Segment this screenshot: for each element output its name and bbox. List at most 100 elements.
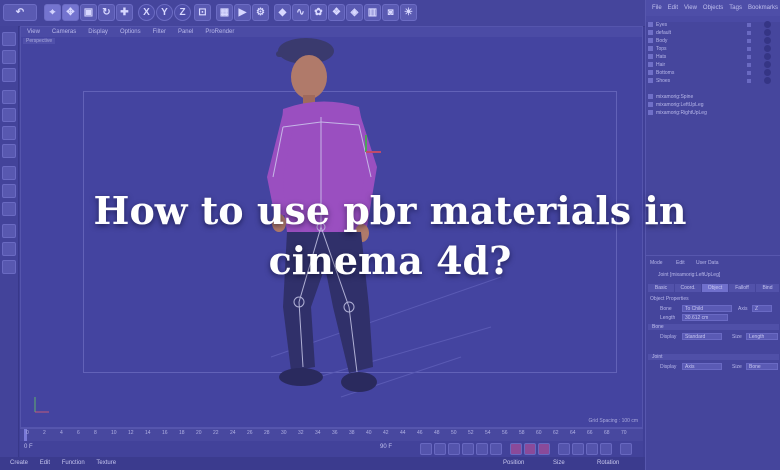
object-row[interactable]: default: [648, 29, 779, 37]
main-toolbar: ↶ ⌖ ✥ ▣ ↻ ✚ X Y Z ⊡ ▦ ▶ ⚙ ◆ ∿ ✿ ❖ ◈ ▥ ◙ …: [0, 0, 645, 27]
timeline-tick: 28: [264, 430, 270, 436]
joint-icon: [648, 102, 653, 108]
cube-icon[interactable]: ◆: [274, 4, 291, 21]
material-tag-icon[interactable]: [764, 53, 771, 60]
frame-start-field[interactable]: 0 F: [24, 444, 33, 450]
object-row[interactable]: Eyes: [648, 21, 779, 29]
play-icon[interactable]: [462, 443, 474, 455]
rotate-icon[interactable]: ↻: [98, 4, 115, 21]
bone-dropdown[interactable]: To Child: [682, 305, 732, 312]
material-tag-icon[interactable]: [764, 69, 771, 76]
timeline-menu-icon[interactable]: [620, 443, 632, 455]
next-frame-icon[interactable]: [476, 443, 488, 455]
timeline-tick: 14: [145, 430, 151, 436]
material-tag-icon[interactable]: [764, 37, 771, 44]
autokey-icon[interactable]: [524, 443, 536, 455]
position-key-icon[interactable]: [558, 443, 570, 455]
mesh-icon: [648, 54, 653, 60]
timeline-ruler[interactable]: 0 2 4 6 8 10 12 14 16 18 20 22 24 26 28 …: [20, 428, 643, 442]
param-key-icon[interactable]: [600, 443, 612, 455]
render-view-icon[interactable]: ▦: [216, 4, 233, 21]
obj-menu-view[interactable]: View: [684, 5, 697, 11]
go-to-start-icon[interactable]: [420, 443, 432, 455]
previous-key-icon[interactable]: [434, 443, 446, 455]
scale-icon[interactable]: ▣: [80, 4, 97, 21]
page-title: How to use pbr materials in cinema 4d?: [0, 186, 780, 286]
axis-x-button[interactable]: X: [138, 4, 155, 21]
display-dropdown[interactable]: Standard: [682, 333, 722, 340]
previous-frame-icon[interactable]: [448, 443, 460, 455]
points-mode-icon[interactable]: [2, 90, 16, 104]
object-row[interactable]: Hair: [648, 61, 779, 69]
make-editable-icon[interactable]: [2, 32, 16, 46]
section-joint[interactable]: Joint: [648, 354, 779, 360]
spline-icon[interactable]: ∿: [292, 4, 309, 21]
menu-texture[interactable]: Texture: [96, 460, 116, 466]
timeline-tick: 30: [281, 430, 287, 436]
menu-function[interactable]: Function: [62, 460, 85, 466]
timeline-tick: 26: [247, 430, 253, 436]
record-icon[interactable]: [510, 443, 522, 455]
menu-create[interactable]: Create: [10, 460, 28, 466]
obj-menu-tags[interactable]: Tags: [729, 5, 742, 11]
size-dropdown[interactable]: Length: [746, 333, 778, 340]
obj-menu-file[interactable]: File: [652, 5, 662, 11]
key-selection-icon[interactable]: [538, 443, 550, 455]
timeline-tick: 2: [43, 430, 46, 436]
object-row[interactable]: Bottoms: [648, 69, 779, 77]
light-icon[interactable]: ☀: [400, 4, 417, 21]
texture-mode-icon[interactable]: [2, 50, 16, 64]
material-tag-icon[interactable]: [764, 45, 771, 52]
edges-mode-icon[interactable]: [2, 108, 16, 122]
undo-icon[interactable]: ↶: [3, 4, 37, 21]
coordinate-system-icon[interactable]: ⊡: [194, 4, 211, 21]
joint-display-dropdown[interactable]: Axis: [682, 363, 722, 370]
object-row[interactable]: mixamorig:LeftUpLeg: [648, 101, 779, 109]
object-row[interactable]: Body: [648, 37, 779, 45]
object-row[interactable]: mixamorig:RightUpLeg: [648, 109, 779, 117]
camera-icon[interactable]: ◙: [382, 4, 399, 21]
object-row[interactable]: Tops: [648, 45, 779, 53]
timeline-tick: 40: [366, 430, 372, 436]
render-icon[interactable]: ▶: [234, 4, 251, 21]
section-bone[interactable]: Bone: [648, 324, 779, 330]
generator-icon[interactable]: ✿: [310, 4, 327, 21]
obj-menu-bookmarks[interactable]: Bookmarks: [748, 5, 778, 11]
obj-menu-objects[interactable]: Objects: [703, 5, 723, 11]
scene-icon[interactable]: ▥: [364, 4, 381, 21]
material-tag-icon[interactable]: [764, 77, 771, 84]
frame-end-field[interactable]: 90 F: [380, 444, 392, 450]
polygons-mode-icon[interactable]: [2, 126, 16, 140]
material-tag-icon[interactable]: [764, 61, 771, 68]
joint-size-label: Size: [732, 364, 742, 370]
axis-dropdown[interactable]: Z: [752, 305, 772, 312]
add-icon[interactable]: ✚: [116, 4, 133, 21]
joint-size-dropdown[interactable]: Bone: [746, 363, 778, 370]
next-key-icon[interactable]: [490, 443, 502, 455]
live-selection-icon[interactable]: ⌖: [44, 4, 61, 21]
menu-edit[interactable]: Edit: [40, 460, 50, 466]
move-icon[interactable]: ✥: [62, 4, 79, 21]
timeline-tick: 42: [383, 430, 389, 436]
object-row[interactable]: mixamorig:Spine: [648, 93, 779, 101]
object-row[interactable]: Hats: [648, 53, 779, 61]
material-tag-icon[interactable]: [764, 21, 771, 28]
object-row[interactable]: Shoes: [648, 77, 779, 85]
rotation-key-icon[interactable]: [586, 443, 598, 455]
material-tag-icon[interactable]: [764, 29, 771, 36]
snap-icon[interactable]: [2, 166, 16, 180]
length-field[interactable]: 30.612 cm: [682, 314, 728, 321]
array-icon[interactable]: ❖: [328, 4, 345, 21]
axis-z-button[interactable]: Z: [174, 4, 191, 21]
scale-key-icon[interactable]: [572, 443, 584, 455]
workplane-icon[interactable]: [2, 68, 16, 82]
obj-menu-edit[interactable]: Edit: [668, 5, 678, 11]
render-settings-icon[interactable]: ⚙: [252, 4, 269, 21]
attribute-manager: Mode Edit User Data Joint [mixamorig:Lef…: [645, 255, 780, 470]
deformer-icon[interactable]: ◈: [346, 4, 363, 21]
grid-spacing-label: Grid Spacing : 100 cm: [588, 418, 638, 424]
timeline-tick: 12: [128, 430, 134, 436]
axis-y-button[interactable]: Y: [156, 4, 173, 21]
timeline-tick: 54: [485, 430, 491, 436]
model-mode-icon[interactable]: [2, 144, 16, 158]
